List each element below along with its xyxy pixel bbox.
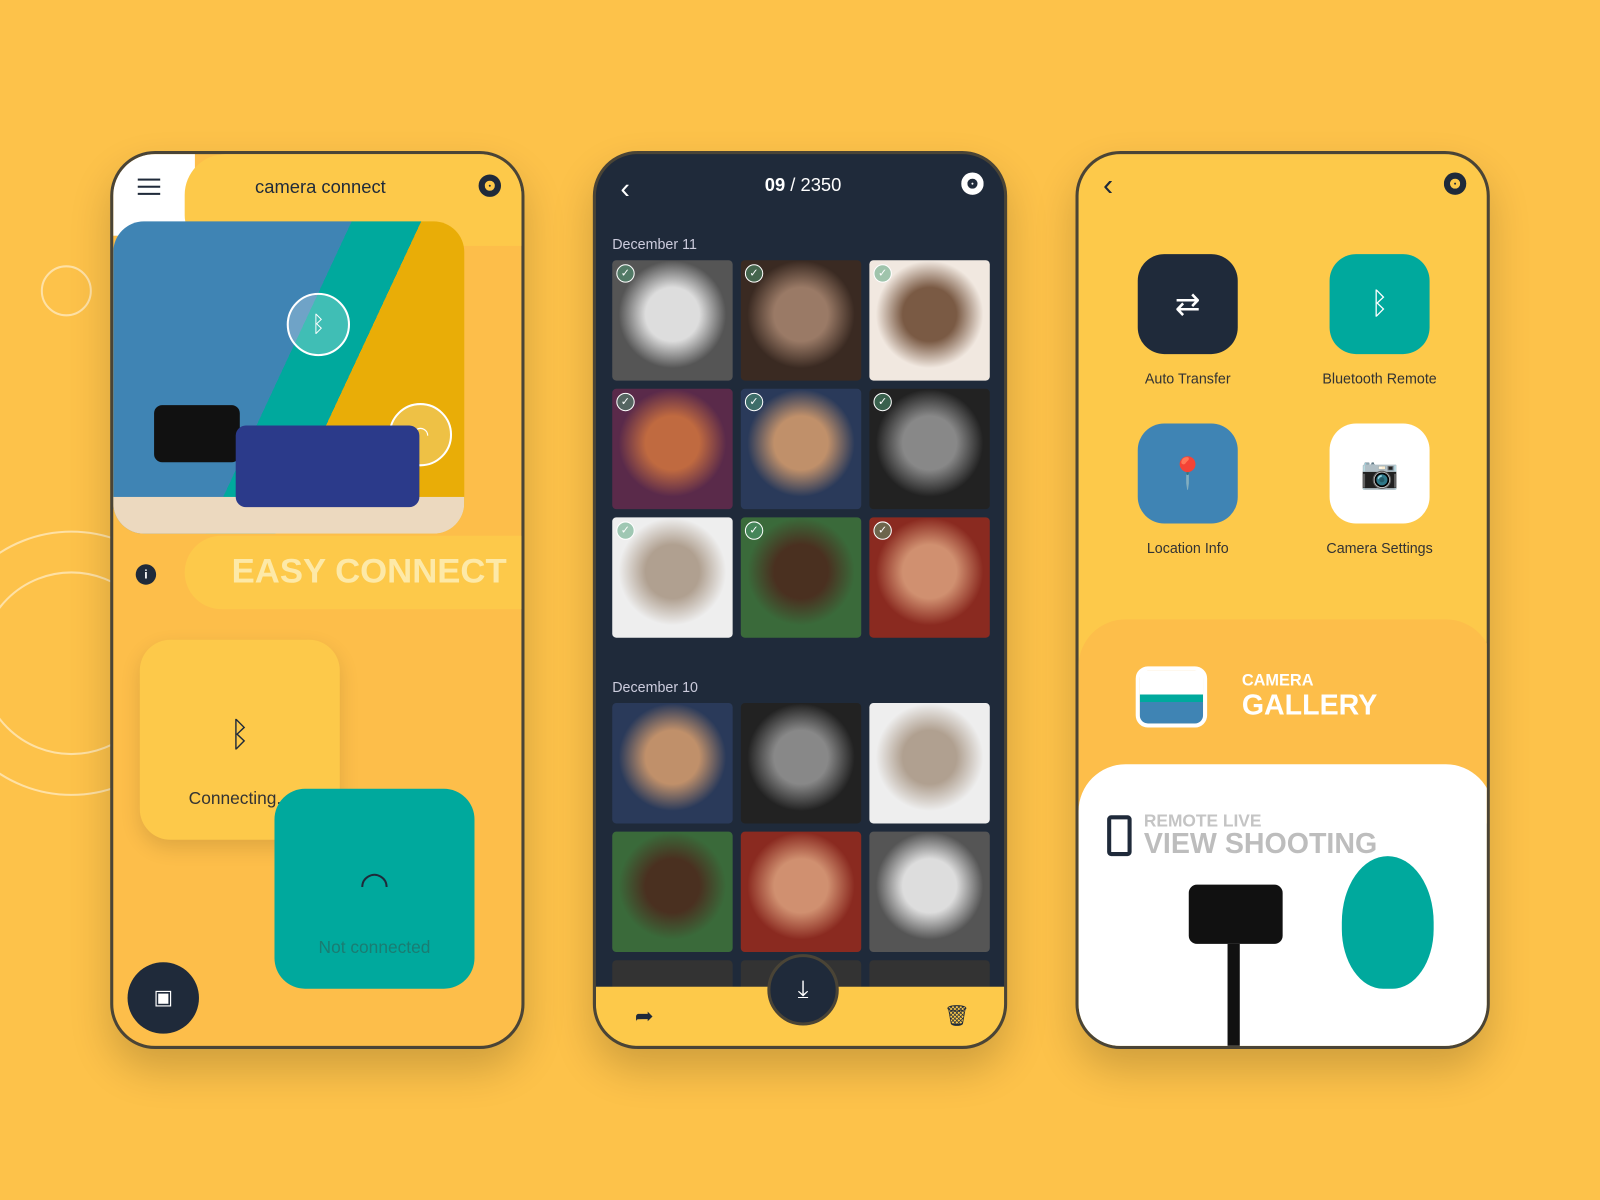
photo-thumbnail[interactable]: ✓ bbox=[869, 388, 990, 510]
phone-camera-connect: camera connect ᛒ ◠ i EASY CONNECT ᛒ Conn… bbox=[110, 151, 525, 1049]
tripod-illustration bbox=[1227, 943, 1240, 1046]
tile-icon: ᛒ bbox=[1370, 286, 1389, 321]
camera-illustration bbox=[1188, 884, 1283, 944]
photo-thumbnail[interactable]: ✓ bbox=[869, 517, 990, 638]
photo-thumbnail[interactable]: ✓ bbox=[612, 517, 733, 638]
gear-icon[interactable] bbox=[1443, 172, 1467, 195]
check-icon[interactable]: ✓ bbox=[873, 521, 892, 540]
tile-label: Auto Transfer bbox=[1144, 370, 1231, 387]
photo-thumbnail[interactable] bbox=[869, 703, 990, 824]
gear-icon[interactable] bbox=[961, 172, 984, 195]
remote-live-view-card[interactable]: REMOTE LIVE VIEW SHOOTING bbox=[1078, 764, 1487, 1046]
section-date: December 11 bbox=[612, 235, 697, 253]
check-icon[interactable]: ✓ bbox=[616, 264, 635, 283]
photo-thumbnail[interactable] bbox=[740, 703, 862, 824]
tile-label: Location Info bbox=[1146, 539, 1229, 557]
download-icon[interactable]: ⤓ bbox=[767, 954, 839, 1026]
photo-thumbnail[interactable]: ✓ bbox=[740, 260, 862, 381]
bluetooth-icon: ᛒ bbox=[286, 292, 350, 357]
photo-thumbnail[interactable]: ✓ bbox=[740, 388, 862, 510]
section-date: December 10 bbox=[612, 678, 699, 695]
image-icon: ▣ bbox=[153, 986, 173, 1010]
photo-thumbnail[interactable]: ✓ bbox=[740, 517, 862, 638]
gallery-button[interactable]: ▣ bbox=[127, 962, 199, 1034]
camera-illustration bbox=[154, 405, 240, 463]
bluetooth-icon: ᛒ bbox=[229, 715, 251, 755]
gallery-icon bbox=[1135, 666, 1208, 728]
smartphone-icon bbox=[1107, 815, 1132, 857]
tile-icon: 📍 bbox=[1168, 456, 1207, 491]
selected-count: 09 bbox=[764, 174, 786, 195]
photo-thumbnail[interactable] bbox=[612, 703, 733, 824]
tile-icon: ⇄ bbox=[1174, 287, 1201, 321]
share-icon[interactable]: ➦ bbox=[635, 1003, 654, 1030]
decor bbox=[40, 265, 92, 317]
feature-tile-bluetooth-remote[interactable]: ᛒ bbox=[1329, 254, 1430, 355]
feature-tile-camera-settings[interactable]: 📷 bbox=[1329, 423, 1430, 524]
photo-thumbnail[interactable]: ✓ bbox=[869, 260, 990, 381]
tile-label: Camera Settings bbox=[1326, 539, 1433, 557]
feature-tile-auto-transfer[interactable]: ⇄ bbox=[1137, 254, 1238, 355]
check-icon[interactable]: ✓ bbox=[616, 392, 635, 412]
phone-features: ‹ ⇄ Auto Transfer ᛒ Bluetooth Remote 📍 Locati… bbox=[1075, 151, 1490, 1049]
wifi-connect-card[interactable]: ◠ Not connected bbox=[274, 788, 475, 989]
phone-photo-gallery: ‹ 09 / 2350 December 11 ✓ ✓ ✓ ✓ ✓ ✓ ✓ ✓ ✓ Decemb… bbox=[592, 151, 1008, 1049]
gallery-label-big: GALLERY bbox=[1241, 688, 1378, 721]
photo-thumbnail[interactable]: ✓ bbox=[612, 260, 733, 381]
photo-thumbnail[interactable] bbox=[740, 831, 862, 953]
total-count: / 2350 bbox=[785, 174, 842, 195]
people-on-sofa bbox=[235, 425, 420, 508]
info-icon[interactable]: i bbox=[135, 564, 157, 585]
photo-thumbnail[interactable] bbox=[612, 831, 733, 953]
tile-label: Bluetooth Remote bbox=[1322, 370, 1437, 387]
canvas: camera connect ᛒ ◠ i EASY CONNECT ᛒ Conn… bbox=[0, 0, 1600, 1200]
wifi-status: Not connected bbox=[318, 937, 431, 958]
photo-thumbnail[interactable] bbox=[869, 831, 990, 953]
easy-connect-heading: EASY CONNECT bbox=[231, 552, 507, 591]
feature-tile-location-info[interactable]: 📍 bbox=[1137, 423, 1238, 524]
app-title: camera connect bbox=[255, 176, 386, 197]
hanging-chair-illustration bbox=[1341, 856, 1434, 989]
check-icon[interactable]: ✓ bbox=[616, 521, 635, 540]
gear-icon[interactable] bbox=[478, 174, 502, 197]
trash-icon[interactable]: 🗑 bbox=[944, 1003, 970, 1029]
check-icon[interactable]: ✓ bbox=[873, 264, 892, 283]
tile-icon: 📷 bbox=[1360, 456, 1399, 491]
chevron-left-icon[interactable]: ‹ bbox=[1103, 168, 1113, 203]
remote-label-big: VIEW SHOOTING bbox=[1143, 827, 1378, 860]
wifi-icon: ◠ bbox=[359, 865, 390, 905]
connect-illustration: ᛒ ◠ bbox=[113, 221, 465, 534]
check-icon[interactable]: ✓ bbox=[744, 521, 764, 540]
check-icon[interactable]: ✓ bbox=[873, 392, 892, 412]
photo-thumbnail[interactable]: ✓ bbox=[612, 388, 733, 510]
check-icon[interactable]: ✓ bbox=[744, 392, 764, 412]
check-icon[interactable]: ✓ bbox=[744, 264, 764, 283]
